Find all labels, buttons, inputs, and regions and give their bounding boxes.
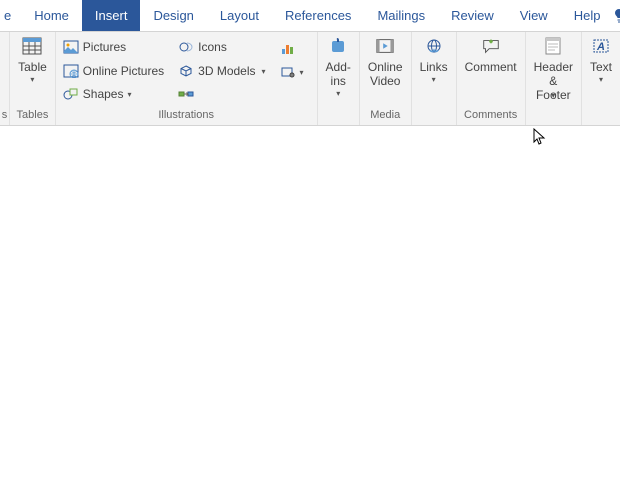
icons-button[interactable]: Icons <box>175 37 268 57</box>
tab-mailings[interactable]: Mailings <box>364 0 438 31</box>
comment-label: Comment <box>465 60 517 74</box>
shapes-icon <box>63 86 79 102</box>
links-icon <box>424 36 444 56</box>
chart-icon <box>280 40 296 56</box>
table-icon <box>22 36 42 56</box>
group-label-text <box>582 109 620 125</box>
screenshot-icon <box>280 64 296 80</box>
addins-label: Add- ins <box>326 60 351 88</box>
comment-icon <box>481 36 501 56</box>
addins-icon <box>328 36 348 56</box>
chevron-down-icon: ▾ <box>336 88 340 98</box>
tab-file-partial[interactable]: e <box>0 0 21 31</box>
group-label-pages-partial: s <box>0 109 9 125</box>
3d-models-label: 3D Models <box>198 64 255 78</box>
document-area[interactable] <box>0 126 620 500</box>
pictures-label: Pictures <box>83 40 126 54</box>
table-label: Table <box>18 60 47 74</box>
online-pictures-button[interactable]: Online Pictures <box>60 61 167 81</box>
tab-design[interactable]: Design <box>140 0 206 31</box>
text-label: Text <box>590 60 612 74</box>
table-button[interactable]: Table ▾ <box>10 32 55 109</box>
icons-label: Icons <box>198 40 227 54</box>
smartart-icon <box>178 86 194 102</box>
links-button[interactable]: Links ▾ <box>412 32 456 109</box>
tab-help[interactable]: Help <box>561 0 614 31</box>
addins-button[interactable]: Add- ins ▾ <box>318 32 359 109</box>
tab-home[interactable]: Home <box>21 0 82 31</box>
online-video-button[interactable]: Online Video <box>360 32 411 109</box>
tab-view[interactable]: View <box>507 0 561 31</box>
text-button[interactable]: A Text ▾ <box>582 32 620 109</box>
online-pictures-icon <box>63 63 79 79</box>
icons-icon <box>178 39 194 55</box>
online-video-label: Online Video <box>368 60 403 88</box>
smartart-button[interactable] <box>175 84 268 104</box>
shapes-button[interactable]: Shapes ▾ <box>60 84 167 104</box>
chevron-down-icon: ▾ <box>127 89 131 99</box>
links-label: Links <box>420 60 448 74</box>
group-label-comments: Comments <box>457 109 525 125</box>
text-icon: A <box>591 36 611 56</box>
svg-text:A: A <box>596 41 605 53</box>
3d-models-icon <box>178 63 194 79</box>
group-label-illustrations: Illustrations <box>56 109 317 125</box>
group-label-headerfooter <box>526 109 581 125</box>
group-label-media: Media <box>360 109 411 125</box>
pictures-button[interactable]: Pictures <box>60 37 167 57</box>
tab-insert[interactable]: Insert <box>82 0 141 31</box>
chart-button[interactable] <box>277 38 307 58</box>
ribbon-insert: s Table ▾ Tables Pictures <box>0 32 620 126</box>
chevron-down-icon: ▾ <box>300 67 304 77</box>
pictures-icon <box>63 39 79 55</box>
online-video-icon <box>375 36 395 56</box>
chevron-down-icon: ▾ <box>599 74 603 84</box>
tab-references[interactable]: References <box>272 0 364 31</box>
screenshot-button[interactable]: ▾ <box>277 62 307 82</box>
3d-models-button[interactable]: 3D Models ▾ <box>175 61 268 81</box>
tab-layout[interactable]: Layout <box>207 0 272 31</box>
header-footer-icon <box>543 36 563 56</box>
online-pictures-label: Online Pictures <box>83 64 164 78</box>
chevron-down-icon: ▾ <box>30 74 34 84</box>
header-footer-button[interactable]: Header & Footer ▾ <box>526 32 581 109</box>
shapes-label: Shapes <box>83 87 124 101</box>
tab-review[interactable]: Review <box>438 0 507 31</box>
tell-me-icon[interactable] <box>613 0 620 31</box>
group-label-addins <box>318 109 359 125</box>
tab-strip: e Home Insert Design Layout References M… <box>0 0 620 32</box>
chevron-down-icon: ▾ <box>432 74 436 84</box>
group-label-tables: Tables <box>10 109 55 125</box>
chevron-down-icon: ▾ <box>262 66 266 76</box>
chevron-down-icon: ▾ <box>551 90 555 100</box>
comment-button[interactable]: Comment <box>457 32 525 109</box>
group-label-links <box>412 109 456 125</box>
